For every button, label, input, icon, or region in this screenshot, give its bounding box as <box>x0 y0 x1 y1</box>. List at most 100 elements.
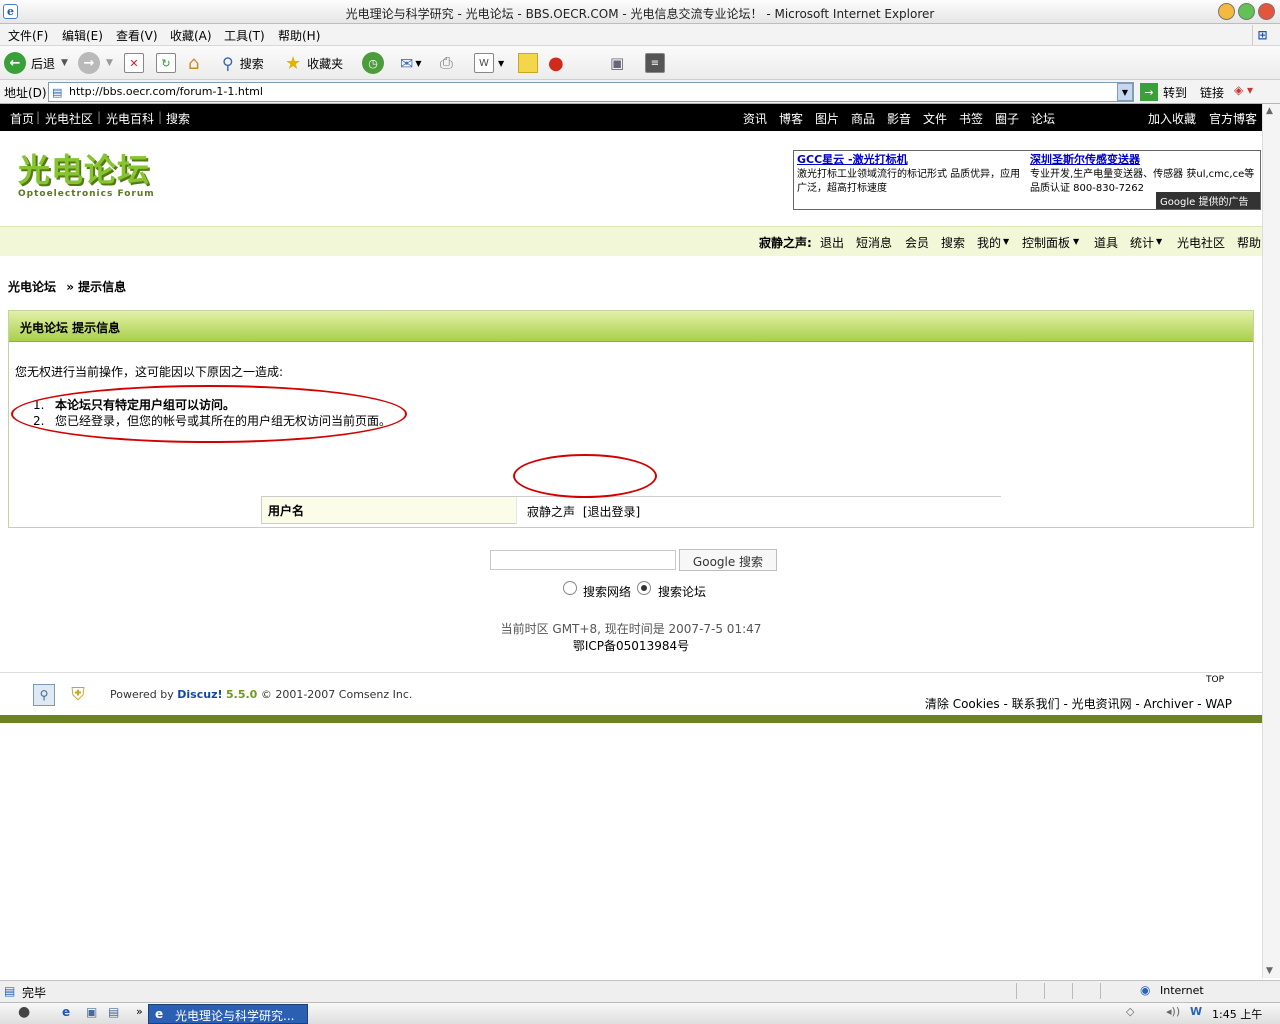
nav-community[interactable]: 光电社区 <box>45 110 93 127</box>
refresh-button[interactable]: ↻ <box>156 52 176 74</box>
tray-volume-icon[interactable]: ◂)) <box>1166 1005 1180 1018</box>
address-dropdown-icon[interactable]: ▼ <box>1117 83 1133 101</box>
tray-network-icon[interactable]: ◇ <box>1126 1005 1134 1018</box>
maximize-button[interactable] <box>1238 3 1255 20</box>
messenger-button[interactable]: ≡ <box>645 52 665 74</box>
windows-logo-icon: ⊞ <box>1252 25 1272 45</box>
ad-link-sensor[interactable]: 深圳圣斯尔传感变送器 <box>1030 153 1140 166</box>
quicklaunch-app-icon[interactable]: ▤ <box>108 1005 119 1019</box>
google-search-input[interactable] <box>490 550 676 570</box>
nav-wiki[interactable]: 光电百科 <box>106 110 154 127</box>
nav-official-blog[interactable]: 官方博客 <box>1209 110 1257 127</box>
research-button[interactable]: ▣ <box>610 52 624 74</box>
favorites-star-icon: ★ <box>285 52 302 74</box>
back-to-top[interactable]: TOP <box>1206 675 1224 685</box>
search-button[interactable]: ⚲ 搜索 <box>222 52 264 74</box>
stop-button[interactable]: ✕ <box>124 52 144 74</box>
control-panel-dropdown-icon[interactable]: ▼ <box>1073 237 1079 246</box>
user-search-link[interactable]: 搜索 <box>941 234 965 251</box>
page-footer: ⚲ ⛨ Powered by Discuz! 5.5.0 © 2001-2007… <box>0 672 1262 715</box>
user-bar: 寂静之声: 退出 短消息 会员 搜索 我的 ▼ 控制面板 ▼ 道具 统计 ▼ 光… <box>0 226 1262 256</box>
forward-button[interactable]: → ▼ <box>78 52 113 74</box>
nav-circles[interactable]: 圈子 <box>995 110 1019 127</box>
footer-links[interactable]: 清除 Cookies - 联系我们 - 光电资讯网 - Archiver - W… <box>925 695 1232 712</box>
edit-button[interactable]: W ▼ <box>474 52 504 74</box>
menu-file[interactable]: 文件(F) <box>8 27 48 44</box>
site-logo[interactable]: 光电论坛 Optoelectronics Forum <box>18 145 164 203</box>
ad-link-laser[interactable]: GCC星云 -激光打标机 <box>797 153 908 166</box>
user-my-menu[interactable]: 我的 <box>977 234 1001 251</box>
scroll-up-icon[interactable]: ▲ <box>1266 106 1273 116</box>
taskbar-ie-window[interactable]: e 光电理论与科学研究... <box>148 1004 308 1024</box>
start-apple-icon[interactable]: ● <box>18 1004 30 1020</box>
links-button[interactable]: 链接 <box>1200 84 1224 101</box>
edit-dropdown-icon[interactable]: ▼ <box>498 59 504 68</box>
nav-forum[interactable]: 论坛 <box>1031 110 1055 127</box>
google-search-button[interactable]: Google 搜索 <box>679 549 777 571</box>
shield-icon[interactable]: ⛨ <box>68 683 88 705</box>
discuz-version: 5.5.0 <box>226 688 258 701</box>
forward-arrow-icon: → <box>78 52 100 74</box>
username-label: 用户名 <box>268 504 305 518</box>
tray-app-icon[interactable]: W <box>1190 1005 1202 1018</box>
search-forum-radio[interactable] <box>637 581 651 595</box>
user-community-link[interactable]: 光电社区 <box>1177 234 1225 251</box>
quicklaunch-ie-icon[interactable]: e <box>62 1005 70 1019</box>
breadcrumb-home[interactable]: 光电论坛 <box>8 280 56 294</box>
home-button[interactable]: ⌂ <box>188 52 199 74</box>
address-input[interactable]: ▤ http://bbs.oecr.com/forum-1-1.html <box>48 82 1134 102</box>
message-intro: 您无权进行当前操作，这可能因以下原因之一造成: <box>15 365 284 379</box>
quicklaunch-desktop-icon[interactable]: ▣ <box>86 1005 97 1019</box>
nav-home[interactable]: 首页 <box>10 110 34 127</box>
address-bar: 地址(D) ▤ http://bbs.oecr.com/forum-1-1.ht… <box>0 80 1280 104</box>
google-ads-label[interactable]: Google 提供的广告 <box>1156 192 1260 209</box>
addon-icon[interactable]: ◈ ▾ <box>1234 83 1253 97</box>
user-items-link[interactable]: 道具 <box>1094 234 1118 251</box>
user-stats-menu[interactable]: 统计 <box>1130 234 1154 251</box>
my-dropdown-icon[interactable]: ▼ <box>1003 237 1009 246</box>
minimize-button[interactable] <box>1218 3 1235 20</box>
back-dropdown-icon[interactable]: ▼ <box>61 58 68 68</box>
close-button[interactable] <box>1258 3 1275 20</box>
menu-edit[interactable]: 编辑(E) <box>62 27 103 44</box>
nav-add-favorite[interactable]: 加入收藏 <box>1148 110 1196 127</box>
discuz-link[interactable]: Discuz! <box>177 688 222 701</box>
back-button[interactable]: ← 后退 ▼ <box>4 52 68 74</box>
quicklaunch-more-icon[interactable]: » <box>136 1005 143 1018</box>
nav-blog[interactable]: 博客 <box>779 110 803 127</box>
print-button[interactable]: ⎙ <box>440 52 453 74</box>
stats-dropdown-icon[interactable]: ▼ <box>1156 237 1162 246</box>
favorites-label: 收藏夹 <box>307 56 344 71</box>
search-web-radio[interactable] <box>563 581 577 595</box>
discuss-button[interactable] <box>518 52 538 74</box>
menu-help[interactable]: 帮助(H) <box>278 27 320 44</box>
menu-view[interactable]: 查看(V) <box>116 27 158 44</box>
mail-button[interactable]: ✉ ▼ <box>400 52 422 74</box>
mail-dropdown-icon[interactable]: ▼ <box>415 59 421 68</box>
menu-favorites[interactable]: 收藏(A) <box>170 27 212 44</box>
nav-goods[interactable]: 商品 <box>851 110 875 127</box>
user-help-link[interactable]: 帮助 <box>1237 234 1261 251</box>
menu-tools[interactable]: 工具(T) <box>224 27 265 44</box>
status-divider <box>1100 983 1101 999</box>
icp-number[interactable]: 鄂ICP备05013984号 <box>0 637 1262 654</box>
nav-media[interactable]: 影音 <box>887 110 911 127</box>
user-logout-link[interactable]: 退出 <box>820 234 844 251</box>
rss-icon[interactable]: ⚲ <box>33 684 55 706</box>
nav-bookmarks[interactable]: 书签 <box>959 110 983 127</box>
user-members-link[interactable]: 会员 <box>905 234 929 251</box>
scroll-down-icon[interactable]: ▼ <box>1266 966 1273 976</box>
tomato-button[interactable]: ● <box>548 52 564 74</box>
forward-dropdown-icon[interactable]: ▼ <box>106 58 113 68</box>
go-button[interactable]: → 转到 <box>1140 82 1187 102</box>
nav-search[interactable]: 搜索 <box>166 110 190 127</box>
nav-pictures[interactable]: 图片 <box>815 110 839 127</box>
history-button[interactable]: ◷ <box>362 52 384 74</box>
favorites-button[interactable]: ★ 收藏夹 <box>285 52 343 74</box>
logout-link[interactable]: [退出登录] <box>583 505 640 519</box>
nav-news[interactable]: 资讯 <box>743 110 767 127</box>
user-control-panel[interactable]: 控制面板 <box>1022 234 1070 251</box>
nav-files[interactable]: 文件 <box>923 110 947 127</box>
user-pm-link[interactable]: 短消息 <box>856 234 892 251</box>
vertical-scrollbar[interactable]: ▲ ▼ <box>1262 104 1280 978</box>
